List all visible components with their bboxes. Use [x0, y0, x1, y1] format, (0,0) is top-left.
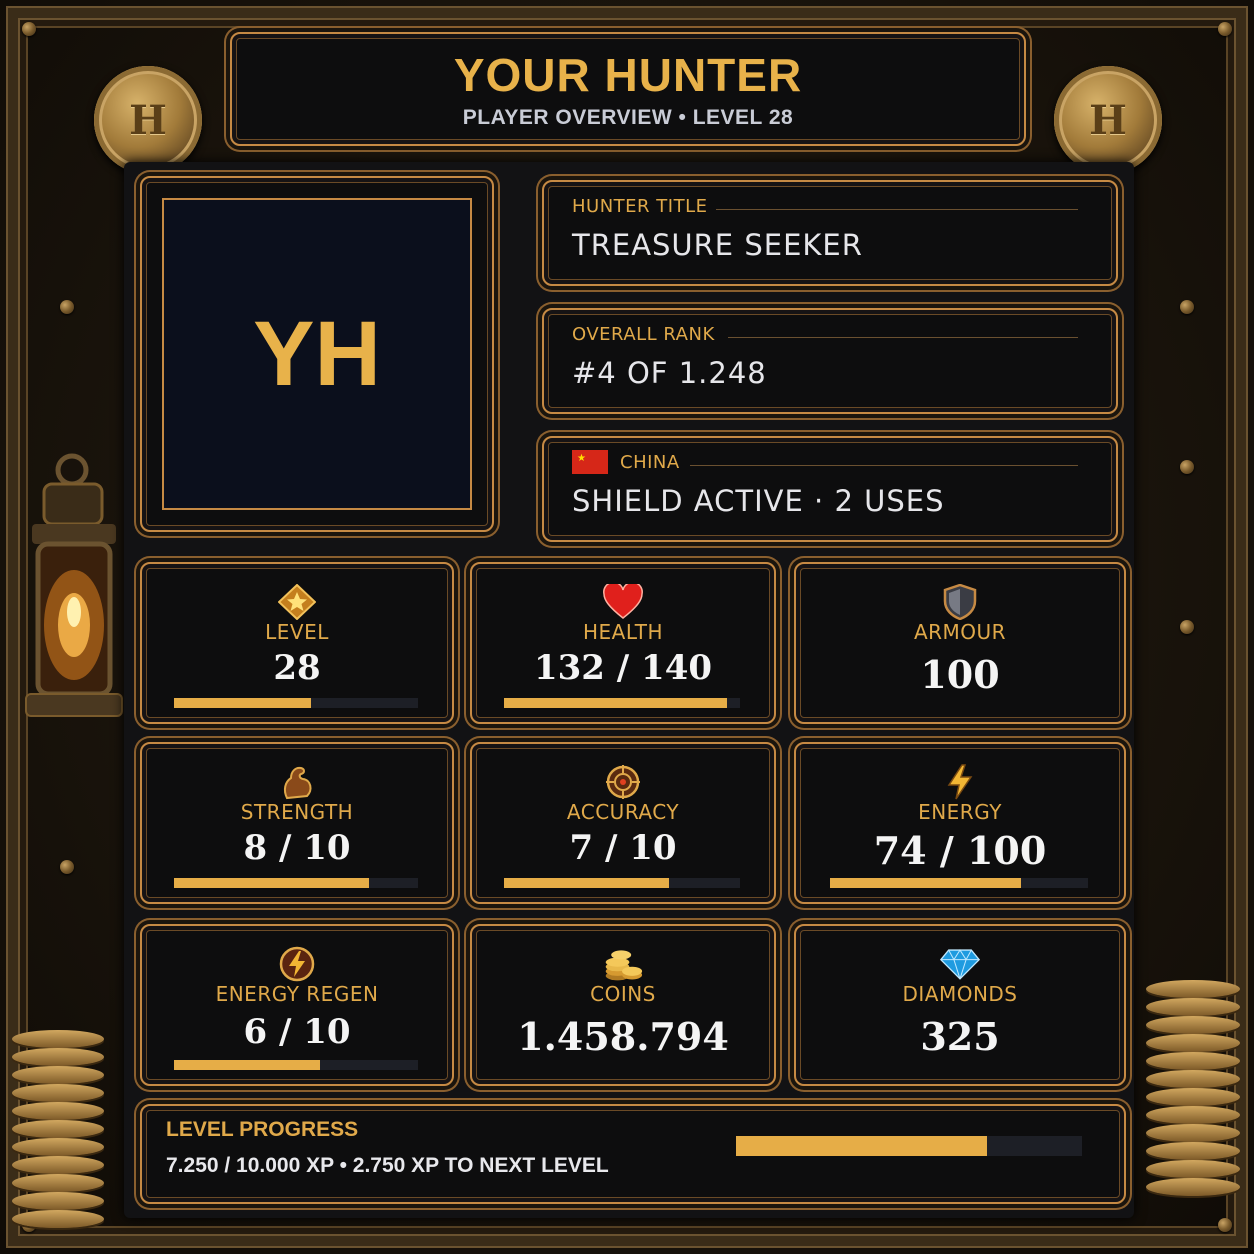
stat-label: LEVEL: [265, 620, 329, 644]
divider: [690, 465, 1078, 466]
progress-fill: [504, 698, 727, 708]
stat-value: 100: [920, 652, 1000, 697]
rivet: [22, 22, 36, 36]
header-panel: YOUR HUNTER PLAYER OVERVIEW • LEVEL 28: [230, 32, 1026, 146]
coin-stack-left: [12, 1030, 104, 1240]
progress-fill: [174, 878, 370, 888]
level-progress-panel: LEVEL PROGRESS 7.250 / 10.000 XP • 2.750…: [140, 1104, 1126, 1204]
progress-fill: [830, 878, 1021, 888]
stat-value: 8 / 10: [243, 828, 351, 868]
rivet: [60, 860, 74, 874]
xp-progress-bar: [736, 1136, 1082, 1156]
coins-icon: [603, 946, 643, 982]
info-card-hunter-title: HUNTER TITLE TREASURE SEEKER: [542, 180, 1118, 286]
info-label: HUNTER TITLE: [572, 196, 708, 217]
china-flag-icon: ★: [572, 450, 608, 474]
stat-value: 325: [920, 1014, 1000, 1059]
stat-accuracy: ACCURACY 7 / 10: [470, 742, 776, 904]
rivet: [1180, 620, 1194, 634]
stat-value: 132 / 140: [533, 648, 713, 688]
stat-value: 74 / 100: [873, 828, 1047, 873]
info-card-overall-rank: OVERALL RANK #4 OF 1.248: [542, 308, 1118, 414]
stat-label: STRENGTH: [240, 800, 354, 824]
shield-icon: [940, 584, 980, 620]
progress-fill: [736, 1136, 987, 1156]
lightning-icon: [940, 764, 980, 800]
stat-value: 28: [273, 648, 321, 688]
stat-value: 7 / 10: [569, 828, 677, 868]
stat-label: HEALTH: [582, 620, 663, 644]
info-card-country: ★ CHINA SHIELD ACTIVE · 2 USES: [542, 436, 1118, 542]
lantern-icon: [25, 453, 123, 717]
rivet: [1218, 22, 1232, 36]
stat-armour: ARMOUR 100: [794, 562, 1126, 724]
stat-diamonds: DIAMONDS 325: [794, 924, 1126, 1086]
progress-fill: [174, 698, 311, 708]
progress-fill: [174, 1060, 321, 1070]
progress-fill: [504, 878, 670, 888]
stat-label: ENERGY: [918, 800, 1002, 824]
stat-label: COINS: [590, 982, 656, 1006]
avatar[interactable]: YH: [162, 198, 472, 510]
rivet: [60, 300, 74, 314]
stat-energy-regen: ENERGY REGEN 6 / 10: [140, 924, 454, 1086]
level-bar: [174, 698, 418, 708]
stat-health: HEALTH 132 / 140: [470, 562, 776, 724]
xp-detail: 7.250 / 10.000 XP • 2.750 XP TO NEXT LEV…: [166, 1154, 609, 1177]
stat-energy: ENERGY 74 / 100: [794, 742, 1126, 904]
stat-label: ENERGY REGEN: [215, 982, 379, 1006]
stat-label: ARMOUR: [913, 620, 1007, 644]
rivet: [1180, 300, 1194, 314]
energy-regen-bar: [174, 1060, 418, 1070]
lightning-circle-icon: [277, 946, 317, 982]
stat-label: DIAMONDS: [902, 982, 1018, 1006]
hunter-medallion-right: H: [1054, 66, 1162, 174]
strength-bar: [174, 878, 418, 888]
accuracy-bar: [504, 878, 740, 888]
avatar-initials: YH: [253, 302, 381, 405]
page-title: YOUR HUNTER: [453, 49, 803, 101]
avatar-panel: YH: [140, 176, 494, 532]
hunter-medallion-left: H: [94, 66, 202, 174]
country-label: CHINA: [620, 452, 680, 473]
info-label: OVERALL RANK: [572, 324, 715, 345]
flexed-arm-icon: [277, 764, 317, 800]
energy-bar: [830, 878, 1088, 888]
level-progress-label: LEVEL PROGRESS: [166, 1118, 359, 1141]
health-bar: [504, 698, 740, 708]
stat-value: 6 / 10: [243, 1012, 351, 1052]
info-value: TREASURE SEEKER: [572, 228, 863, 262]
stat-strength: STRENGTH 8 / 10: [140, 742, 454, 904]
stat-label: ACCURACY: [566, 800, 680, 824]
heart-icon: [603, 584, 643, 620]
stat-value: 1.458.794: [517, 1014, 729, 1059]
crosshair-icon: [603, 764, 643, 800]
stat-coins: COINS 1.458.794: [470, 924, 776, 1086]
diamond-icon: [940, 946, 980, 982]
divider: [716, 209, 1078, 210]
star-icon: [277, 584, 317, 620]
shield-status: SHIELD ACTIVE · 2 USES: [572, 484, 945, 518]
divider: [728, 337, 1078, 338]
page-subtitle: PLAYER OVERVIEW • LEVEL 28: [462, 106, 794, 129]
rivet: [1180, 460, 1194, 474]
info-value: #4 OF 1.248: [572, 356, 767, 390]
coin-stack-right: [1146, 980, 1240, 1230]
stat-level: LEVEL 28: [140, 562, 454, 724]
